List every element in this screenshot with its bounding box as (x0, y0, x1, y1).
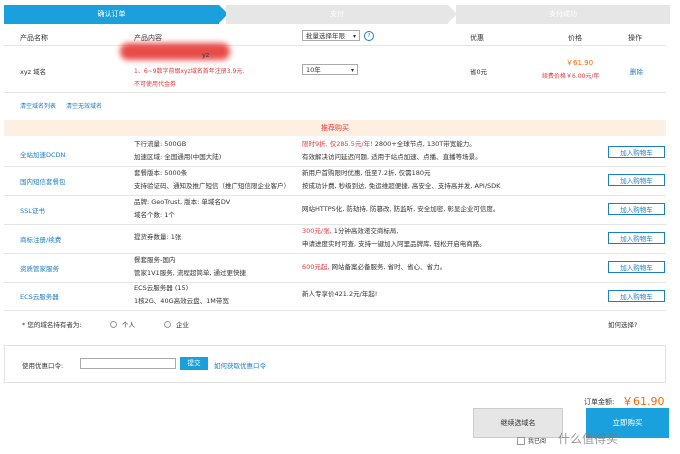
rec-trademark-desc-1: 300元/张, 1分钟高效递交商标局, (302, 226, 398, 237)
radio-company[interactable] (164, 320, 171, 328)
rec-dcdn-spec-2: 加速区域: 全国通用(中国大陆) (134, 153, 222, 161)
rec-ssl-spec-1: 品牌: GeoTrust, 版本: 单域名DV (134, 198, 231, 206)
owner-type-label: * 您的域名持有者为: (22, 321, 82, 329)
coupon-input[interactable] (80, 358, 176, 369)
rec-ssl-desc-1: 网站HTTPS化, 防劫持, 防篡改, 防监听, 安全加密, 彰显企业可信度。 (302, 205, 500, 213)
rec-qualification-spec-2: 管家1V1服务, 流程超简单, 通过更快捷 (134, 269, 246, 277)
rec-name-trademark[interactable]: 商标注册/续费 (20, 234, 61, 244)
add-to-cart-button[interactable]: 加入购物车 (608, 174, 665, 186)
delete-link[interactable]: 删除 (630, 66, 643, 76)
rec-ecs-spec-2: 1核2G、40G高效云盘、1M带宽 (134, 297, 229, 305)
rec-sms-spec-1: 套餐版本: 5000条 (134, 169, 188, 177)
redacted-domain (120, 43, 230, 60)
years-value: 10年 (306, 66, 321, 74)
rec-qualification-desc-1: 600元起, 网站备案必备服务, 省时、省心、省力。 (302, 262, 446, 273)
chevron-down-icon: ▾ (350, 67, 354, 74)
rec-qualification-promo: 600元起, (302, 263, 332, 271)
owner-company-option[interactable]: 企业 (164, 319, 189, 329)
order-domain-suffix: yz (202, 51, 210, 59)
radio-personal[interactable] (110, 320, 117, 328)
no-voucher-note: 不可使用代金券 (134, 81, 177, 88)
rec-dcdn-desc-text: 2800+全球节点, 130T带宽能力。 (372, 140, 476, 148)
years-select[interactable]: 10年 ▾ (302, 64, 358, 75)
col-header-name: 产品名称 (20, 34, 48, 42)
owner-personal-label: 个人 (122, 321, 135, 329)
renew-price: 续费价格￥6.00元/年 (542, 73, 600, 80)
step-payment-success: 支付成功 (456, 5, 670, 24)
rec-name-ssl[interactable]: SSL证书 (20, 205, 45, 215)
rec-dcdn-spec-1: 下行流量: 500GB (134, 140, 187, 148)
how-to-choose-link[interactable]: 如何选择? (608, 319, 637, 329)
add-to-cart-button[interactable]: 加入购物车 (608, 261, 665, 273)
help-icon[interactable]: ? (364, 31, 374, 41)
divider (4, 92, 666, 93)
rec-name-qualification[interactable]: 资质管家服务 (20, 263, 59, 273)
order-promo-text: 1、6~9数字前缀xyz域名首年注册3.9元, (134, 68, 245, 75)
order-total-amount: ￥61.90 (622, 395, 665, 408)
rec-dcdn-promo: 限时9折, 仅285.5元/年! (302, 140, 373, 148)
rec-qualification-spec-1: 餐套服务-国内 (134, 256, 176, 264)
order-product-name: xyz 域名 (20, 68, 47, 76)
rec-ssl-spec-2: 域名个数: 1个 (134, 211, 175, 219)
clear-invalid-domains-link[interactable]: 清空无效域名 (66, 101, 102, 110)
rec-sms-desc-2: 按成功计费, 秒级到达, 免运维超便捷, 高安全、支持高并发, API/SDK (302, 182, 501, 190)
agreement-row: 我已阅 (517, 436, 546, 445)
col-header-discount: 优惠 (470, 34, 484, 42)
batch-period-value: 批量选择年限 (306, 32, 345, 40)
checkout-steps: 确认订单 支付 支付成功 (4, 5, 670, 24)
rec-trademark-promo: 300元/张, (302, 227, 334, 235)
divider (4, 253, 666, 254)
chevron-down-icon: ▾ (352, 33, 356, 40)
agreement-label: 我已阅 (528, 438, 547, 445)
rec-name-sms[interactable]: 国内短信套餐包 (20, 176, 66, 186)
step-payment: 支付 (226, 5, 457, 24)
rec-qualification-desc-text: 网站备案必备服务, 省时、省心、省力。 (331, 263, 447, 271)
divider (4, 310, 666, 311)
col-header-price: 价格 (568, 34, 582, 42)
rec-trademark-desc-2: 申请进度实时可查, 支持一键加入阿里品牌库, 轻松开启电商路。 (302, 240, 486, 248)
how-to-get-coupon-link[interactable]: 如何获取优惠口令 (214, 360, 266, 370)
agreement-checkbox[interactable] (517, 436, 525, 445)
owner-company-label: 企业 (176, 321, 189, 329)
divider (4, 45, 666, 46)
watermark-text: 什么值得买 (558, 432, 619, 446)
add-to-cart-button[interactable]: 加入购物车 (608, 232, 665, 244)
order-total-label: 订单金额: (584, 398, 615, 406)
rec-sms-desc-1: 新用户首购限时优惠, 低至7.2折, 仅需180元 (302, 169, 431, 177)
rec-dcdn-desc-1: 限时9折, 仅285.5元/年! 2800+全球节点, 130T带宽能力。 (302, 139, 476, 150)
divider (4, 166, 666, 167)
owner-personal-option[interactable]: 个人 (110, 319, 135, 329)
divider (4, 282, 666, 283)
rec-trademark-desc-text: 1分钟高效递交商标局, (333, 227, 399, 235)
add-to-cart-button[interactable]: 加入购物车 (608, 203, 665, 215)
rec-trademark-spec-1: 提货券数量: 1张 (134, 233, 182, 241)
order-price: ￥61.90 (566, 59, 594, 67)
rec-name-ecs[interactable]: ECS云服务器 (20, 291, 59, 301)
rec-sms-spec-2: 支持验证码、通知及推广短信（推广短信限企业客户） (134, 182, 290, 190)
divider (4, 224, 666, 225)
rec-dcdn-desc-2: 有效解决访问延迟问题, 适用于站点加速、点播、直播等场景。 (302, 153, 482, 161)
rec-name-dcdn[interactable]: 全站加速DCDN (20, 149, 65, 159)
clear-domain-list-link[interactable]: 清空域名列表 (20, 101, 56, 110)
recommend-header: 推荐购买 (4, 120, 666, 136)
col-header-content: 产品内容 (134, 34, 162, 42)
continue-selecting-domain-button[interactable]: 继续选域名 (473, 408, 563, 438)
divider (4, 195, 666, 196)
coupon-label: 使用优惠口令: (22, 362, 64, 370)
coupon-submit-button[interactable]: 提交 (180, 357, 208, 370)
add-to-cart-button[interactable]: 加入购物车 (608, 146, 665, 158)
rec-ecs-desc-1: 新人专享价421.2元/年起! (302, 290, 378, 298)
order-discount: 省0元 (470, 68, 488, 76)
batch-period-select[interactable]: 批量选择年限 ▾ (302, 30, 360, 41)
add-to-cart-button[interactable]: 加入购物车 (608, 290, 665, 302)
rec-ecs-spec-1: ECS云服务器 (15) (134, 284, 189, 292)
col-header-action: 操作 (628, 34, 642, 42)
step-confirm-order: 确认订单 (4, 5, 228, 24)
